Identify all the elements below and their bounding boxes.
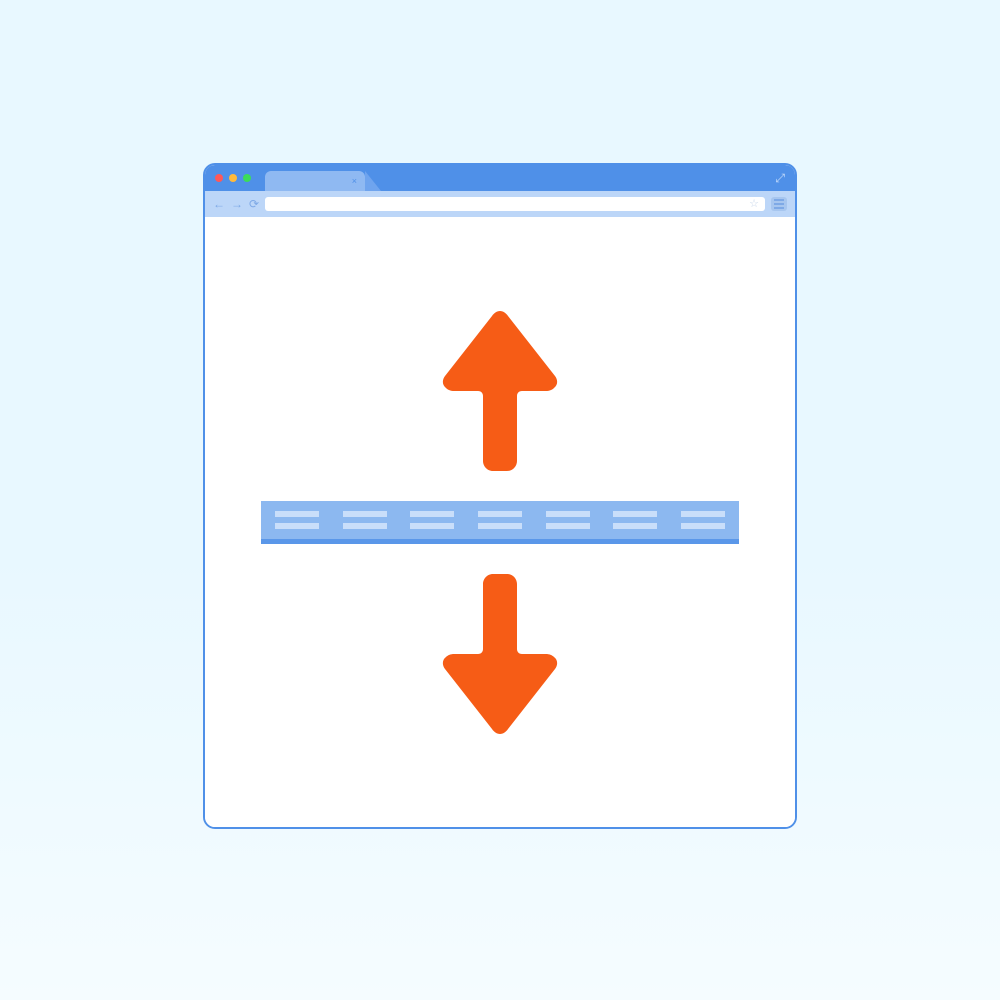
placeholder-line — [275, 523, 319, 529]
reload-button[interactable]: ⟳ — [249, 198, 259, 210]
menu-band-item[interactable] — [275, 511, 319, 529]
browser-toolbar: ← → ⟳ ☆ — [205, 191, 795, 217]
forward-button[interactable]: → — [231, 198, 243, 210]
window-controls — [215, 174, 251, 182]
placeholder-line — [343, 511, 387, 517]
menu-band-item[interactable] — [478, 511, 522, 529]
back-button[interactable]: ← — [213, 198, 225, 210]
placeholder-line — [613, 523, 657, 529]
menu-band-item[interactable] — [343, 511, 387, 529]
close-window-button[interactable] — [215, 174, 223, 182]
title-bar: × ⤢ — [205, 165, 795, 191]
arrow-up-icon — [440, 311, 560, 471]
arrow-down-icon — [440, 574, 560, 734]
placeholder-line — [613, 511, 657, 517]
bookmark-star-icon[interactable]: ☆ — [749, 197, 759, 210]
address-bar[interactable]: ☆ — [265, 197, 765, 211]
placeholder-line — [478, 511, 522, 517]
placeholder-line — [546, 511, 590, 517]
menu-band — [261, 501, 739, 544]
placeholder-line — [478, 523, 522, 529]
browser-window: × ⤢ ← → ⟳ ☆ — [203, 163, 797, 829]
new-tab-button[interactable] — [365, 171, 381, 191]
fullscreen-icon[interactable]: ⤢ — [775, 171, 785, 186]
menu-band-item[interactable] — [546, 511, 590, 529]
page-content — [205, 217, 795, 827]
placeholder-line — [681, 523, 725, 529]
placeholder-line — [343, 523, 387, 529]
menu-band-item[interactable] — [613, 511, 657, 529]
maximize-window-button[interactable] — [243, 174, 251, 182]
placeholder-line — [410, 523, 454, 529]
placeholder-line — [546, 523, 590, 529]
hamburger-menu-icon[interactable] — [771, 197, 787, 211]
placeholder-line — [681, 511, 725, 517]
close-tab-icon[interactable]: × — [352, 176, 357, 186]
minimize-window-button[interactable] — [229, 174, 237, 182]
placeholder-line — [275, 511, 319, 517]
menu-band-item[interactable] — [681, 511, 725, 529]
menu-band-item[interactable] — [410, 511, 454, 529]
browser-tab[interactable]: × — [265, 171, 365, 191]
placeholder-line — [410, 511, 454, 517]
